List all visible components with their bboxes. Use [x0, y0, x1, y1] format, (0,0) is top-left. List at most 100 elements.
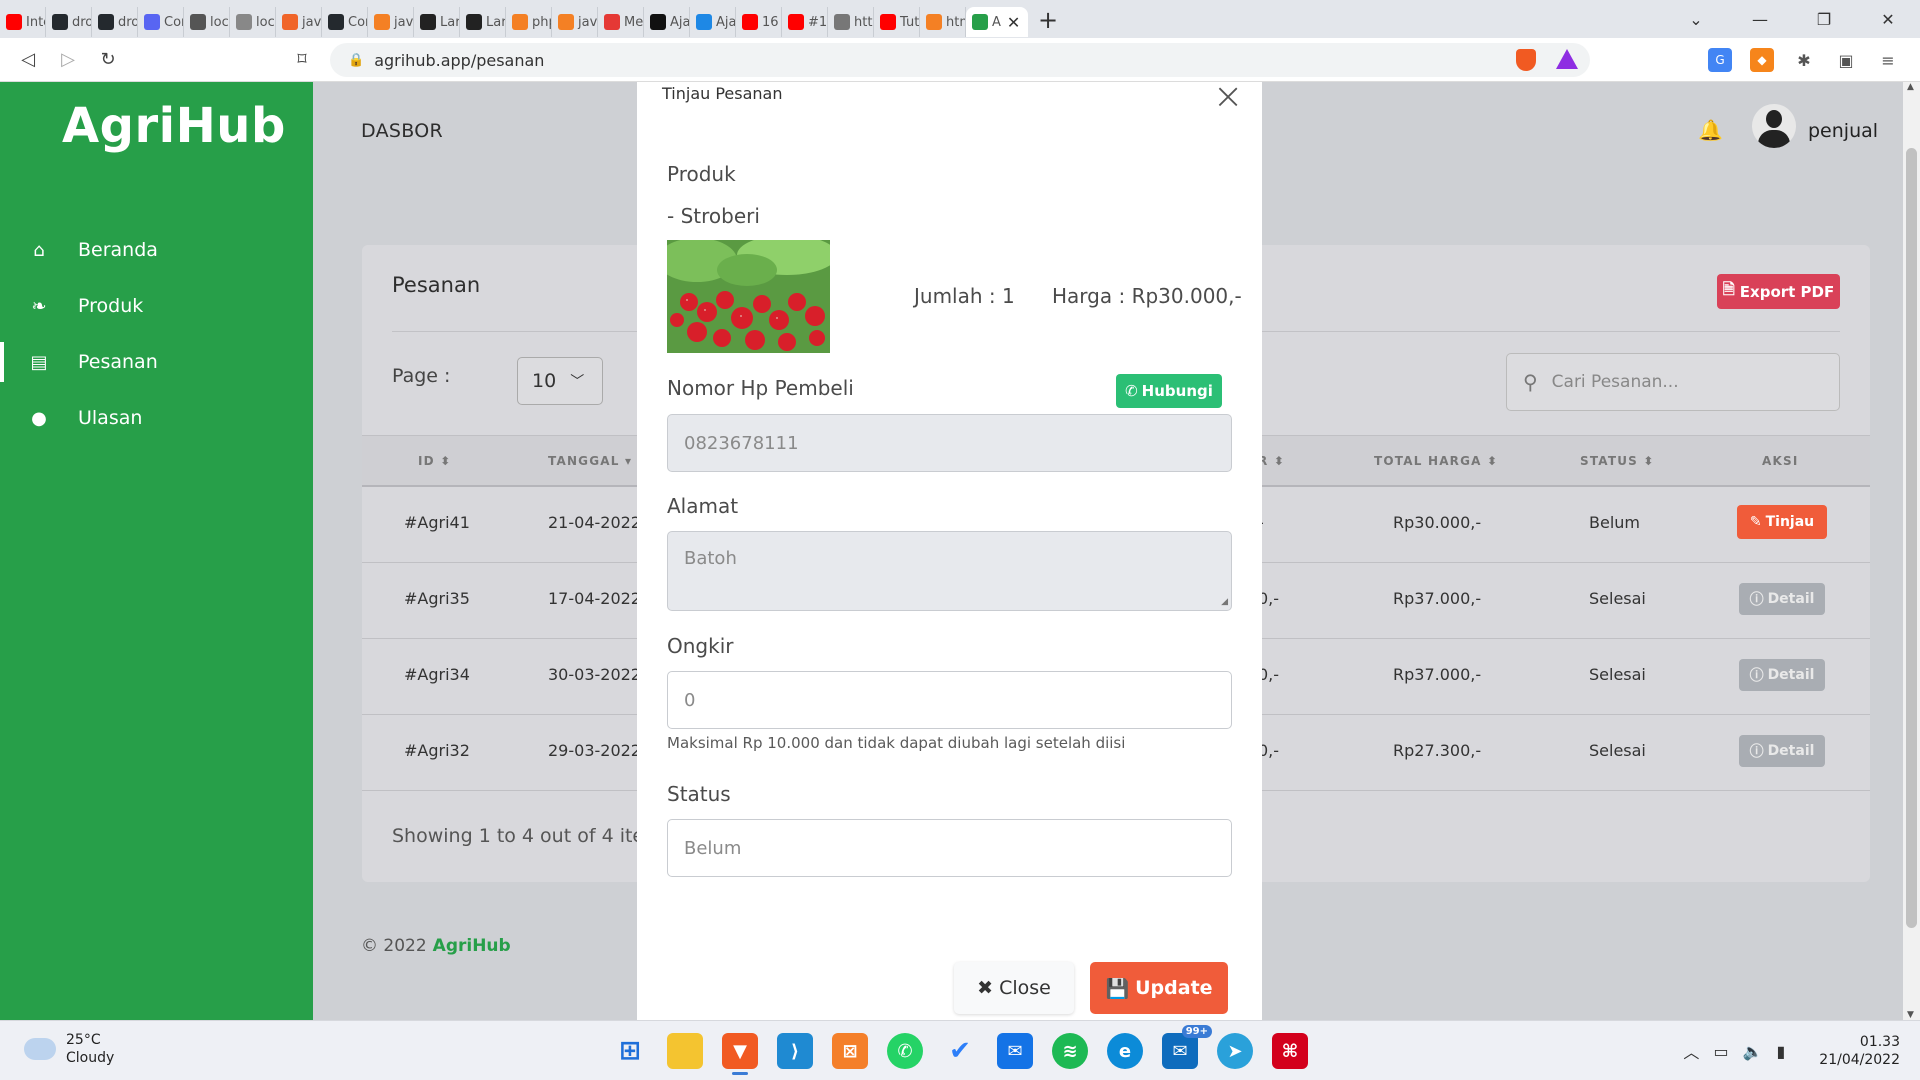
brave-shield-icon[interactable]: [1516, 49, 1536, 71]
column-status[interactable]: STATUS ⬍: [1580, 454, 1655, 468]
browser-tab[interactable]: Lara: [460, 7, 506, 37]
sidebar-item-beranda[interactable]: ⌂ Beranda: [0, 222, 313, 278]
telegram-icon[interactable]: ➤: [1217, 1033, 1253, 1069]
page-icon: [834, 14, 850, 30]
browser-tab[interactable]: Com: [138, 7, 184, 37]
detail-button[interactable]: ⓘ Detail: [1739, 659, 1825, 691]
tab-close-icon[interactable]: ✕: [1007, 13, 1020, 32]
browser-tab[interactable]: Integ: [0, 7, 46, 37]
username[interactable]: penjual: [1808, 120, 1878, 142]
contact-whatsapp-button[interactable]: ✆ Hubungi: [1116, 374, 1222, 408]
wallet-icon[interactable]: ▣: [1834, 48, 1858, 72]
browser-tab[interactable]: #12: [782, 7, 828, 37]
network-icon[interactable]: ▭: [1713, 1042, 1728, 1061]
new-tab-button[interactable]: +: [1028, 6, 1068, 34]
order-status: Selesai: [1589, 741, 1646, 760]
todo-icon[interactable]: ✔: [942, 1033, 978, 1069]
minimize-icon[interactable]: —: [1728, 10, 1792, 29]
browser-tab[interactable]: Ajax: [690, 7, 736, 37]
browser-tab[interactable]: A ✕: [966, 7, 1028, 37]
avatar[interactable]: [1752, 104, 1796, 148]
volume-icon[interactable]: 🔈: [1743, 1042, 1763, 1061]
resize-handle-icon[interactable]: ◢: [1221, 597, 1228, 607]
close-icon[interactable]: ×: [1213, 82, 1243, 117]
tab-search-icon[interactable]: ⌄: [1664, 10, 1728, 29]
browser-tab[interactable]: javas: [368, 7, 414, 37]
mail-icon[interactable]: ✉: [997, 1033, 1033, 1069]
browser-tab[interactable]: drop: [46, 7, 92, 37]
metamask-icon[interactable]: ◆: [1750, 48, 1774, 72]
reload-icon[interactable]: ↻: [88, 49, 128, 70]
circle-icon: [650, 14, 666, 30]
browser-tab[interactable]: http: [828, 7, 874, 37]
ongkir-label: Ongkir: [667, 634, 734, 658]
outlook-icon[interactable]: ✉ 99+: [1162, 1025, 1212, 1069]
browser-tab-bar: Integ drop drop Com local local javas Com javas L…: [0, 0, 1920, 38]
forward-icon[interactable]: ▷: [48, 49, 88, 70]
browser-tab[interactable]: 16 T: [736, 7, 782, 37]
brand-logo[interactable]: AgriHub: [62, 98, 286, 154]
review-button[interactable]: ✎ Tinjau: [1737, 505, 1827, 539]
url-field[interactable]: 🔒 agrihub.app/pesanan: [330, 43, 1590, 77]
page-scrollbar[interactable]: ▲ ▼: [1903, 82, 1920, 1020]
bookmark-icon[interactable]: ⌑: [282, 49, 322, 70]
browser-tab[interactable]: local: [184, 7, 230, 37]
weather-widget[interactable]: 25°C Cloudy: [24, 1031, 114, 1067]
browser-tab[interactable]: Lara: [414, 7, 460, 37]
scrollbar-thumb[interactable]: [1906, 148, 1917, 928]
page-size-select[interactable]: 10 ﹀: [517, 357, 603, 405]
browser-tab[interactable]: Men: [598, 7, 644, 37]
export-pdf-button[interactable]: 🗎 Export PDF: [1717, 274, 1840, 309]
chevron-up-icon[interactable]: ︿: [1683, 1039, 1699, 1063]
order-id: #Agri32: [404, 741, 470, 760]
browser-tab[interactable]: Tuto: [874, 7, 920, 37]
sidebar-item-ulasan[interactable]: ● Ulasan: [0, 390, 313, 446]
xampp-icon[interactable]: ⊠: [832, 1033, 868, 1069]
clock[interactable]: 01.33 21/04/2022: [1819, 1033, 1900, 1069]
detail-button[interactable]: ⓘ Detail: [1739, 583, 1825, 615]
update-button[interactable]: 💾 Update: [1090, 962, 1228, 1014]
browser-tab[interactable]: php: [506, 7, 552, 37]
brave-browser-icon[interactable]: ▼: [722, 1033, 758, 1075]
column-id[interactable]: ID ⬍: [418, 454, 451, 468]
browser-tab[interactable]: javas: [552, 7, 598, 37]
battery-icon[interactable]: ▮: [1776, 1042, 1785, 1061]
browser-tab[interactable]: html: [920, 7, 966, 37]
detail-button[interactable]: ⓘ Detail: [1739, 735, 1825, 767]
file-explorer-icon[interactable]: [667, 1033, 703, 1069]
column-partial[interactable]: R ⬍: [1258, 454, 1285, 468]
system-tray: ︿ ▭ 🔈 ▮ 01.33 21/04/2022: [1683, 1033, 1900, 1069]
brave-rewards-icon[interactable]: [1556, 49, 1578, 69]
browser-tab[interactable]: drop: [92, 7, 138, 37]
ongkir-input[interactable]: 0: [667, 671, 1232, 729]
whatsapp-app-icon[interactable]: ✆: [887, 1033, 923, 1069]
maximize-icon[interactable]: ❐: [1792, 10, 1856, 29]
browser-tab[interactable]: Com: [322, 7, 368, 37]
translate-icon[interactable]: G: [1708, 48, 1732, 72]
sidebar-item-pesanan[interactable]: ▤ Pesanan: [0, 334, 313, 390]
spotify-icon[interactable]: ≋: [1052, 1033, 1088, 1069]
scroll-down-icon[interactable]: ▼: [1907, 1010, 1914, 1020]
acrobat-icon[interactable]: ⌘: [1272, 1033, 1308, 1069]
browser-tab[interactable]: javas: [276, 7, 322, 37]
browser-tab[interactable]: Ajax: [644, 7, 690, 37]
back-icon[interactable]: ◁: [8, 49, 48, 70]
browser-tab[interactable]: local: [230, 7, 276, 37]
column-total-harga[interactable]: TOTAL HARGA ⬍: [1374, 454, 1498, 468]
close-button[interactable]: ✖ Close: [954, 962, 1074, 1014]
menu-icon[interactable]: ≡: [1876, 48, 1900, 72]
start-icon[interactable]: ⊞: [612, 1033, 648, 1069]
edge-icon[interactable]: e: [1107, 1033, 1143, 1069]
column-tanggal[interactable]: TANGGAL ▾: [548, 454, 632, 468]
status-select[interactable]: Belum: [667, 819, 1232, 877]
sidebar-item-produk[interactable]: ❧ Produk: [0, 278, 313, 334]
scroll-up-icon[interactable]: ▲: [1907, 82, 1914, 92]
close-window-icon[interactable]: ✕: [1856, 10, 1920, 29]
search-input[interactable]: ⚲ Cari Pesanan...: [1506, 353, 1840, 411]
vscode-icon[interactable]: ⟩: [777, 1033, 813, 1069]
tab-title: Tuto: [900, 14, 920, 30]
footer-brand[interactable]: AgriHub: [433, 936, 511, 956]
notification-bell-icon[interactable]: 🔔: [1698, 118, 1723, 142]
extensions-icon[interactable]: ✱: [1792, 48, 1816, 72]
chat-icon: ●: [31, 407, 47, 429]
